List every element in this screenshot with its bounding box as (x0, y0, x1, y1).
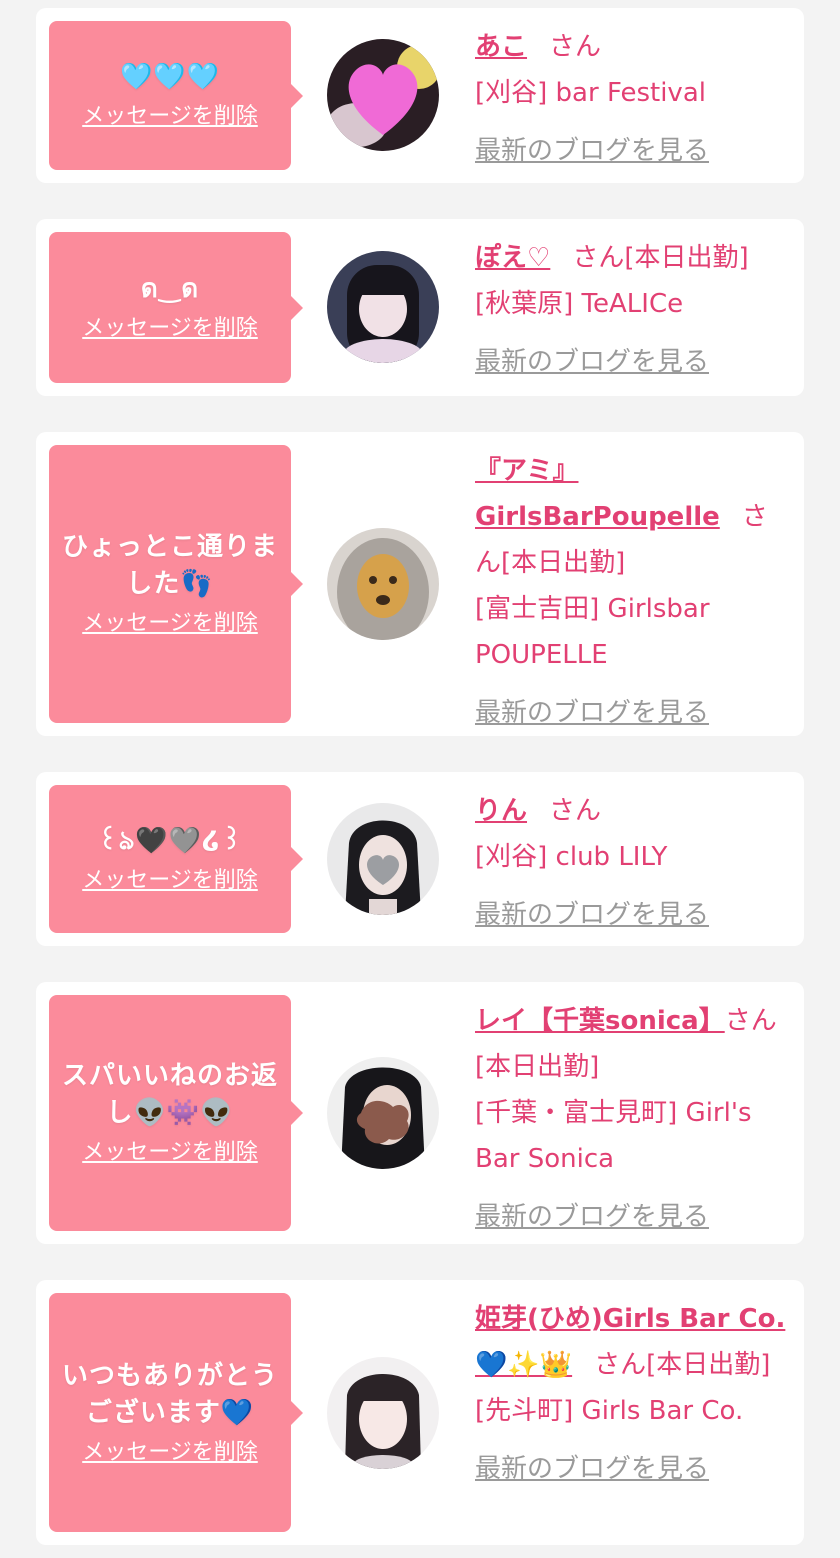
message-text: ꒰ঌ🖤🩶໒꒱ (97, 825, 243, 856)
message-text: 🩵🩵🩵 (119, 62, 221, 92)
message-bubble: ꒰ঌ🖤🩶໒꒱ メッセージを削除 (49, 785, 303, 933)
latest-blog-link[interactable]: 最新のブログを見る (475, 128, 709, 174)
delete-message-link[interactable]: メッセージを削除 (82, 609, 258, 639)
cast-info: レイ【千葉sonica】さん [本日出勤] [千葉・富士見町] Girl's Ba… (475, 998, 788, 1240)
message-card: ꒰ঌ🖤🩶໒꒱ メッセージを削除 りん さん [刈谷] club LILY 最新のブ… (36, 772, 804, 946)
cast-name-link[interactable]: あこ (475, 32, 527, 62)
message-text: ด‿ด (140, 274, 200, 304)
message-card: いつもありがとうございます💙 メッセージを削除 姫芽(ひめ)Girls Bar … (36, 1280, 804, 1545)
cast-info: 『アミ』GirlsBarPoupelle さん[本日出勤] [富士吉田] Girl… (475, 448, 788, 736)
cast-name-link[interactable]: レイ【千葉sonica】 (475, 1006, 725, 1036)
shop-text: [秋葉原] TeALICe (475, 289, 684, 319)
avatar[interactable] (327, 251, 439, 363)
delete-message-link[interactable]: メッセージを削除 (82, 1138, 258, 1168)
honorific: さん (572, 243, 625, 273)
cast-name-link[interactable]: 『アミ』GirlsBarPoupelle (475, 456, 720, 532)
message-card: スパいいねのお返し👽👾👽 メッセージを削除 レイ【千葉sonica】さん [本日出… (36, 982, 804, 1244)
shop-text: [刈谷] club LILY (475, 842, 668, 872)
avatar[interactable] (327, 39, 439, 151)
latest-blog-link[interactable]: 最新のブログを見る (475, 1446, 709, 1492)
status-text: [本日出勤] (624, 243, 749, 273)
avatar[interactable] (327, 1357, 439, 1469)
delete-message-link[interactable]: メッセージを削除 (82, 1438, 258, 1468)
latest-blog-link[interactable]: 最新のブログを見る (475, 892, 709, 938)
latest-blog-link[interactable]: 最新のブログを見る (475, 1194, 709, 1240)
honorific: さん (549, 32, 602, 62)
message-card: ด‿ด メッセージを削除 ぽえ♡ さん[本日出勤] [秋葉原] TeALICe 最… (36, 219, 804, 396)
shop-text: [富士吉田] Girlsbar POUPELLE (475, 594, 710, 670)
cast-info: あこ さん [刈谷] bar Festival 最新のブログを見る (475, 24, 788, 174)
honorific: さん (594, 1350, 647, 1380)
shop-text: [千葉・富士見町] Girl's Bar Sonica (475, 1098, 752, 1174)
cast-info: ぽえ♡ さん[本日出勤] [秋葉原] TeALICe 最新のブログを見る (475, 235, 788, 385)
shop-text: [刈谷] bar Festival (475, 78, 706, 108)
delete-message-link[interactable]: メッセージを削除 (82, 102, 258, 132)
message-bubble: スパいいねのお返し👽👾👽 メッセージを削除 (49, 995, 303, 1231)
message-text: スパいいねのお返し👽👾👽 (61, 1061, 278, 1128)
message-bubble: ด‿ด メッセージを削除 (49, 232, 303, 383)
message-card: 🩵🩵🩵 メッセージを削除 あこ さん [刈谷] bar Festival 最新のブ… (36, 8, 804, 183)
cast-info: 姫芽(ひめ)Girls Bar Co.💙✨👑 さん[本日出勤] [先斗町] Gir… (475, 1296, 788, 1492)
latest-blog-link[interactable]: 最新のブログを見る (475, 339, 709, 385)
status-text: [本日出勤] (501, 548, 626, 578)
message-bubble: 🩵🩵🩵 メッセージを削除 (49, 21, 303, 170)
cast-name-link[interactable]: ぽえ♡ (475, 243, 550, 273)
message-card: ひょっとこ通りました👣 メッセージを削除 『アミ』GirlsBarPoupell… (36, 432, 804, 736)
message-bubble: ひょっとこ通りました👣 メッセージを削除 (49, 445, 303, 723)
honorific: さん (549, 796, 602, 826)
status-text: [本日出勤] (475, 1052, 600, 1082)
honorific: さん (724, 1006, 777, 1036)
delete-message-link[interactable]: メッセージを削除 (82, 866, 258, 896)
delete-message-link[interactable]: メッセージを削除 (82, 314, 258, 344)
avatar[interactable] (327, 1057, 439, 1169)
message-text: いつもありがとうございます💙 (61, 1360, 278, 1428)
cast-info: りん さん [刈谷] club LILY 最新のブログを見る (475, 788, 788, 938)
message-text: ひょっとこ通りました👣 (61, 532, 278, 599)
status-text: [本日出勤] (646, 1350, 771, 1380)
avatar[interactable] (327, 803, 439, 915)
message-bubble: いつもありがとうございます💙 メッセージを削除 (49, 1293, 303, 1532)
avatar[interactable] (327, 528, 439, 640)
cast-name-link[interactable]: りん (475, 796, 527, 826)
latest-blog-link[interactable]: 最新のブログを見る (475, 690, 709, 736)
shop-text: [先斗町] Girls Bar Co. (475, 1396, 744, 1426)
